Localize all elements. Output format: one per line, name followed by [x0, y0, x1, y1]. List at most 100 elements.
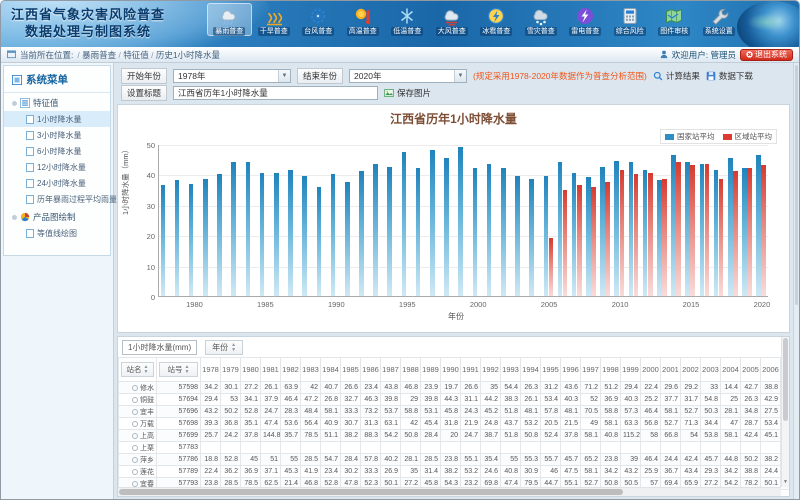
- expand-icon[interactable]: [12, 215, 17, 220]
- year-column-header[interactable]: 1984: [321, 358, 341, 382]
- bar-national-1994[interactable]: [387, 167, 392, 296]
- bar-national-2008[interactable]: [586, 177, 591, 296]
- bar-regional-2018[interactable]: [733, 171, 738, 296]
- bar-national-2013[interactable]: [657, 180, 662, 296]
- toolbar-item-11[interactable]: 图件审核: [652, 3, 697, 36]
- bar-regional-2014[interactable]: [676, 162, 681, 296]
- bar-regional-2013[interactable]: [662, 179, 667, 296]
- bar-national-2010[interactable]: [614, 161, 619, 296]
- station-name-header[interactable]: 站名▲▼: [121, 362, 154, 377]
- year-column-header[interactable]: 1981: [261, 358, 281, 382]
- legend-item-2[interactable]: 区域站平均: [723, 131, 773, 142]
- expand-icon[interactable]: [12, 101, 17, 106]
- bar-regional-2019[interactable]: [747, 168, 752, 296]
- bar-national-1989[interactable]: [317, 187, 322, 296]
- window-scroll-thumb[interactable]: [795, 65, 798, 305]
- year-column-header[interactable]: 1979: [221, 358, 241, 382]
- table-row[interactable]: 修水5759834.230.127.226.163.94240.726.623.…: [119, 382, 791, 394]
- start-year-select[interactable]: 1978年 ▼: [173, 69, 291, 83]
- bar-regional-2012[interactable]: [648, 173, 653, 296]
- bar-national-1997[interactable]: [430, 150, 435, 296]
- year-column-header[interactable]: 1996: [561, 358, 581, 382]
- bar-regional-2008[interactable]: [591, 187, 596, 296]
- year-column-header[interactable]: 2004: [721, 358, 741, 382]
- sidebar-item-1-3[interactable]: 6小时降水量: [4, 143, 110, 159]
- table-row[interactable]: 万载5769839.336.835.147.453.656.440.930.73…: [119, 418, 791, 430]
- toolbar-item-4[interactable]: 高温普查: [341, 3, 386, 36]
- year-column-header[interactable]: 1985: [341, 358, 361, 382]
- bar-national-2006[interactable]: [558, 162, 563, 296]
- row-select-icon[interactable]: [132, 409, 138, 415]
- bar-national-2011[interactable]: [629, 162, 634, 296]
- logout-button[interactable]: 退出系统: [740, 49, 793, 61]
- year-column-header[interactable]: 1994: [521, 358, 541, 382]
- year-sort-control[interactable]: 年份 ▲▼: [205, 340, 243, 355]
- year-column-header[interactable]: 1980: [241, 358, 261, 382]
- chart-legend[interactable]: 国家站平均区域站平均: [660, 129, 777, 144]
- toolbar-item-7[interactable]: 冰雹普查: [474, 3, 519, 36]
- bar-national-1991[interactable]: [345, 182, 350, 296]
- toolbar-item-2[interactable]: 干旱普查: [252, 3, 297, 36]
- bar-national-1998[interactable]: [444, 158, 449, 296]
- bar-national-1992[interactable]: [359, 171, 364, 296]
- table-row[interactable]: 莲花5778922.436.236.937.145.341.923.430.23…: [119, 466, 791, 478]
- bar-national-2014[interactable]: [671, 155, 676, 296]
- table-row[interactable]: 宜丰5769643.250.252.824.728.348.458.133.37…: [119, 406, 791, 418]
- bar-national-1980[interactable]: [189, 184, 194, 296]
- sidebar-item-1-4[interactable]: 12小时降水量: [4, 159, 110, 175]
- year-column-header[interactable]: 1986: [361, 358, 381, 382]
- bar-national-1981[interactable]: [203, 179, 208, 296]
- year-column-header[interactable]: 2005: [741, 358, 761, 382]
- breadcrumb-item-3[interactable]: 历史1小时降水量: [156, 50, 220, 60]
- bar-national-1988[interactable]: [302, 176, 307, 296]
- breadcrumb-item-2[interactable]: 特征值: [123, 50, 149, 60]
- toolbar-item-6[interactable]: 大风普查: [430, 3, 475, 36]
- year-column-header[interactable]: 1987: [381, 358, 401, 382]
- bar-national-2017[interactable]: [714, 170, 719, 296]
- bar-national-2007[interactable]: [572, 173, 577, 296]
- horizontal-scrollbar[interactable]: [118, 487, 781, 496]
- sidebar-item-1-2[interactable]: 3小时降水量: [4, 127, 110, 143]
- toolbar-item-8[interactable]: 雪灾普查: [519, 3, 564, 36]
- year-column-header[interactable]: 2002: [681, 358, 701, 382]
- year-column-header[interactable]: 2000: [641, 358, 661, 382]
- toolbar-item-12[interactable]: 系统设置: [697, 3, 742, 36]
- toolbar-item-10[interactable]: 综合风险: [608, 3, 653, 36]
- bar-regional-2017[interactable]: [719, 179, 724, 296]
- bar-national-1993[interactable]: [373, 164, 378, 296]
- year-column-header[interactable]: 1998: [601, 358, 621, 382]
- bar-national-2005[interactable]: [544, 176, 549, 296]
- year-column-header[interactable]: 2003: [701, 358, 721, 382]
- year-column-header[interactable]: 1993: [501, 358, 521, 382]
- row-select-icon[interactable]: [132, 469, 138, 475]
- bar-national-1978[interactable]: [161, 185, 166, 296]
- end-year-select[interactable]: 2020年 ▼: [349, 69, 467, 83]
- table-row[interactable]: 萍乡5778618.852.845515528.554.728.457.840.…: [119, 454, 791, 466]
- bar-national-2016[interactable]: [700, 164, 705, 296]
- legend-item-1[interactable]: 国家站平均: [665, 131, 715, 142]
- vertical-scrollbar[interactable]: ▼: [781, 337, 789, 487]
- bar-national-1979[interactable]: [175, 180, 180, 296]
- sidebar-item-1-5[interactable]: 24小时降水量: [4, 175, 110, 191]
- bar-national-2000[interactable]: [473, 168, 478, 296]
- horizontal-scroll-thumb[interactable]: [119, 489, 623, 495]
- bar-national-1983[interactable]: [231, 162, 236, 296]
- table-row[interactable]: 上高5769925.724.237.8144.835.778.551.138.2…: [119, 430, 791, 442]
- row-select-icon[interactable]: [132, 481, 138, 487]
- bar-national-2012[interactable]: [643, 170, 648, 296]
- download-button[interactable]: 数据下载: [706, 70, 753, 82]
- sidebar-item-1-1[interactable]: 1小时降水量: [4, 111, 110, 127]
- bar-national-1985[interactable]: [260, 173, 265, 296]
- year-column-header[interactable]: 2001: [661, 358, 681, 382]
- vertical-scroll-thumb[interactable]: [783, 338, 788, 421]
- chart-title-input[interactable]: [173, 86, 378, 100]
- row-select-icon[interactable]: [132, 397, 138, 403]
- year-column-header[interactable]: 1982: [281, 358, 301, 382]
- row-select-icon[interactable]: [132, 385, 138, 391]
- bar-national-2003[interactable]: [515, 176, 520, 296]
- bar-regional-2005[interactable]: [549, 238, 554, 296]
- breadcrumb-item-1[interactable]: 暴雨普查: [82, 50, 116, 60]
- year-column-header[interactable]: 1989: [421, 358, 441, 382]
- toolbar-item-5[interactable]: 低温普查: [385, 3, 430, 36]
- bar-regional-2006[interactable]: [563, 190, 568, 296]
